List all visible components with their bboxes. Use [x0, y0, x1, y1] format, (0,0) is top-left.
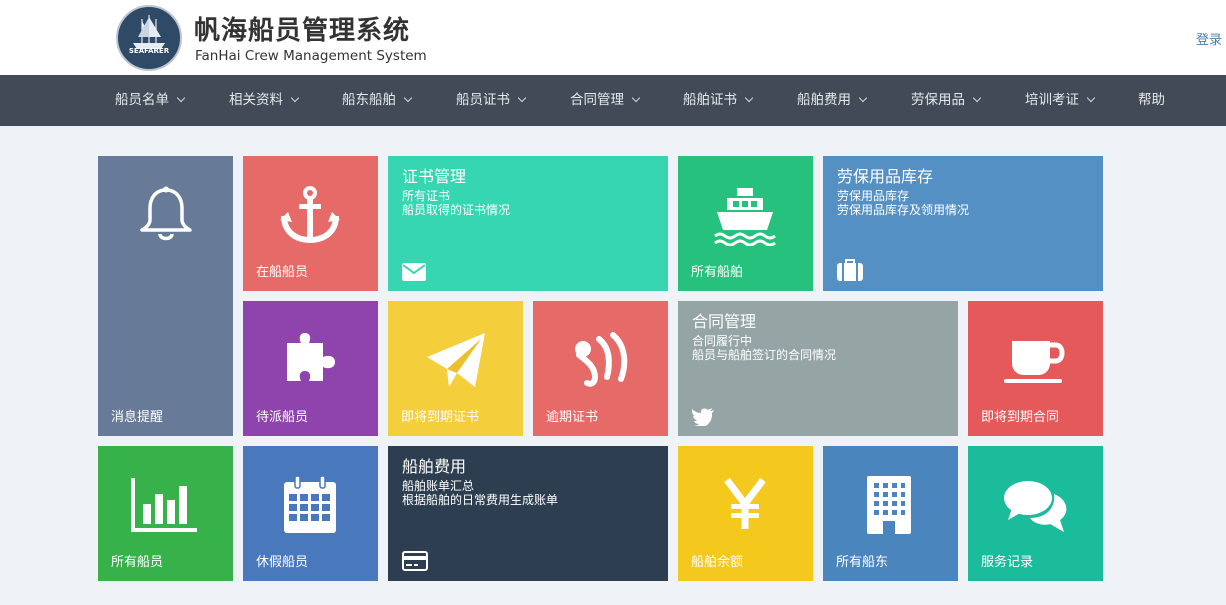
tile-subtitle: 劳保用品库存	[837, 189, 910, 203]
tile-label: 服务记录	[981, 555, 1034, 570]
tile-expiring-certs[interactable]: 即将到期证书	[388, 301, 523, 436]
nav-label: 帮助	[1138, 92, 1165, 108]
credit-card-icon	[402, 551, 428, 571]
briefcase-icon	[837, 259, 863, 281]
tile-service-records[interactable]: 服务记录	[968, 446, 1103, 581]
tile-expiring-contracts[interactable]: 即将到期合同	[968, 301, 1103, 436]
tile-label: 消息提醒	[111, 410, 164, 425]
ship-logo-icon	[120, 9, 178, 67]
nav-label: 船舶证书	[683, 92, 737, 108]
tile-title: 合同管理	[692, 312, 757, 331]
login-link[interactable]: 登录	[1196, 29, 1222, 48]
tile-description: 根据船舶的日常费用生成账单	[402, 493, 559, 507]
nav-label: 船员证书	[456, 92, 510, 108]
nav-label: 船舶费用	[797, 92, 851, 108]
chevron-down-icon	[403, 93, 413, 103]
logo[interactable]: SEAFARER	[116, 5, 182, 71]
tile-ppe-stock[interactable]: 劳保用品库存 劳保用品库存 劳保用品库存及领用情况	[823, 156, 1103, 291]
chevron-down-icon	[631, 93, 641, 103]
tile-label: 待派船员	[256, 410, 309, 425]
tile-ship-fees[interactable]: 船舶费用 船舶账单汇总 根据船舶的日常费用生成账单	[388, 446, 668, 581]
tile-label: 所有船舶	[691, 265, 744, 280]
nav-related-docs[interactable]: 相关资料	[229, 75, 300, 126]
nav-label: 合同管理	[570, 92, 624, 108]
nav-training[interactable]: 培训考证	[1025, 75, 1096, 126]
nav-ppe[interactable]: 劳保用品	[911, 75, 982, 126]
nav-crew-list[interactable]: 船员名单	[115, 75, 186, 126]
tile-cert-management[interactable]: 证书管理 所有证书 船员取得的证书情况	[388, 156, 668, 291]
nav-ship-fees[interactable]: 船舶费用	[797, 75, 868, 126]
tile-title: 劳保用品库存	[837, 167, 934, 186]
nav-label: 相关资料	[229, 92, 283, 108]
ship-icon	[714, 188, 776, 246]
tile-on-leave[interactable]: 休假船员	[243, 446, 378, 581]
anchor-icon	[280, 186, 340, 244]
signal-icon	[575, 332, 628, 387]
tile-contract-management[interactable]: 合同管理 合同履行中 船员与船舶签订的合同情况	[678, 301, 958, 436]
puzzle-icon	[287, 333, 335, 381]
calendar-icon	[284, 476, 336, 533]
envelope-icon	[402, 263, 426, 281]
nav-label: 劳保用品	[911, 92, 965, 108]
tile-title: 船舶费用	[402, 457, 467, 476]
tile-label: 所有船东	[836, 555, 889, 570]
tile-label: 船舶余额	[691, 555, 744, 570]
tile-messages[interactable]: 消息提醒	[98, 156, 233, 436]
nav-help[interactable]: 帮助	[1138, 75, 1165, 126]
tile-subtitle: 所有证书	[402, 189, 451, 203]
chevron-down-icon	[517, 93, 527, 103]
nav-crew-certs[interactable]: 船员证书	[456, 75, 527, 126]
tile-subtitle: 船舶账单汇总	[402, 479, 475, 493]
chevron-down-icon	[744, 93, 754, 103]
tile-label: 即将到期证书	[401, 410, 480, 425]
tile-description: 劳保用品库存及领用情况	[837, 203, 970, 217]
nav-label: 船东船舶	[342, 92, 396, 108]
tile-label: 在船船员	[256, 265, 309, 280]
tile-pending-crew[interactable]: 待派船员	[243, 301, 378, 436]
brand-subtitle: FanHai Crew Management System	[195, 48, 427, 64]
nav-owners-ships[interactable]: 船东船舶	[342, 75, 413, 126]
coffee-cup-icon	[1004, 341, 1065, 383]
tile-title: 证书管理	[402, 167, 467, 186]
tile-all-crew[interactable]: 所有船员	[98, 446, 233, 581]
nav-label: 船员名单	[115, 92, 169, 108]
tile-label: 休假船员	[256, 555, 309, 570]
tile-all-ships[interactable]: 所有船舶	[678, 156, 813, 291]
tile-label: 所有船员	[111, 555, 164, 570]
tile-subtitle: 合同履行中	[692, 334, 753, 348]
brand-title: 帆海船员管理系统	[194, 16, 411, 46]
tile-label: 即将到期合同	[981, 410, 1060, 425]
paper-plane-icon	[427, 333, 485, 387]
nav-contracts[interactable]: 合同管理	[570, 75, 641, 126]
nav-label: 培训考证	[1025, 92, 1079, 108]
bar-chart-icon	[131, 478, 197, 532]
main-nav: 船员名单 相关资料 船东船舶 船员证书 合同管理 船舶证书 船舶费用 劳保用品 …	[0, 75, 1226, 126]
chevron-down-icon	[1086, 93, 1096, 103]
chevron-down-icon	[972, 93, 982, 103]
tile-description: 船员与船舶签订的合同情况	[692, 348, 837, 362]
building-icon	[867, 476, 911, 534]
tile-onboard-crew[interactable]: 在船船员	[243, 156, 378, 291]
chevron-down-icon	[290, 93, 300, 103]
tile-overdue-certs[interactable]: 逾期证书	[533, 301, 668, 436]
tile-all-owners[interactable]: 所有船东	[823, 446, 958, 581]
logo-text: SEAFARER	[128, 47, 170, 55]
tile-ship-balance[interactable]: 船舶余额	[678, 446, 813, 581]
nav-ship-certs[interactable]: 船舶证书	[683, 75, 754, 126]
tile-label: 逾期证书	[546, 410, 599, 425]
chevron-down-icon	[176, 93, 186, 103]
bell-icon	[140, 186, 192, 241]
yen-icon	[724, 478, 766, 529]
tile-description: 船员取得的证书情况	[402, 203, 511, 217]
twitter-icon	[692, 408, 714, 426]
header: SEAFARER 帆海船员管理系统 FanHai Crew Management…	[0, 0, 1226, 75]
chevron-down-icon	[858, 93, 868, 103]
comments-icon	[1004, 481, 1067, 532]
